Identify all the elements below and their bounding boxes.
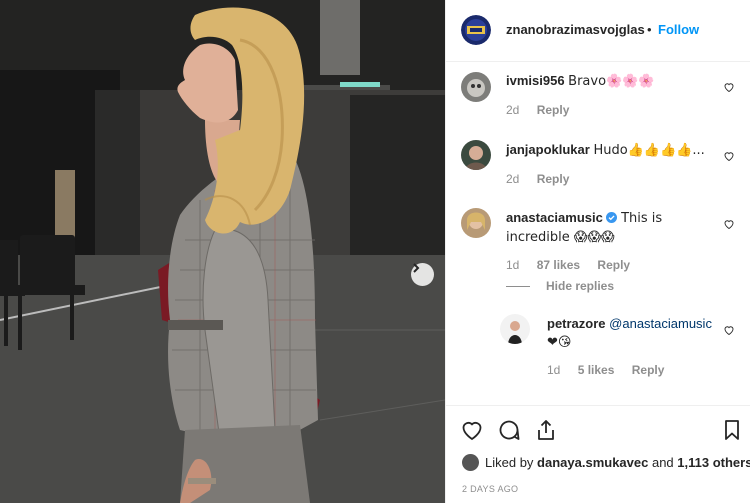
post-side-panel: znanobrazimasvojglas • Follow ivmisi956 … bbox=[445, 0, 750, 503]
comment-username[interactable]: janjapoklukar bbox=[506, 142, 590, 157]
comment-username[interactable]: anastaciamusic bbox=[506, 210, 603, 225]
chevron-right-icon bbox=[413, 263, 420, 273]
comment-age: 2d bbox=[506, 172, 520, 186]
post-header: znanobrazimasvojglas • Follow bbox=[446, 0, 750, 62]
comment-text: ❤😘 bbox=[547, 335, 572, 350]
comment-likes[interactable]: 87 likes bbox=[537, 258, 580, 272]
comment-text: Bravo🌸🌸🌸 bbox=[568, 74, 655, 89]
post-timestamp[interactable]: 2 DAYS AGO bbox=[462, 484, 518, 494]
liker-username[interactable]: danaya.smukavec bbox=[537, 455, 648, 470]
follow-button[interactable]: Follow bbox=[658, 22, 699, 37]
commenter-avatar[interactable] bbox=[500, 314, 530, 344]
next-photo-button[interactable] bbox=[411, 263, 434, 286]
post-photo[interactable] bbox=[0, 0, 445, 503]
like-heart-icon[interactable] bbox=[460, 418, 484, 442]
comment-likes[interactable]: 5 likes bbox=[578, 363, 615, 377]
hide-replies-button[interactable]: Hide replies bbox=[506, 279, 614, 293]
comment-icon[interactable] bbox=[497, 418, 521, 442]
author-avatar[interactable] bbox=[461, 15, 491, 45]
likes-connector: and bbox=[651, 455, 674, 470]
commenter-avatar[interactable] bbox=[461, 140, 491, 170]
hide-replies-line bbox=[506, 286, 530, 288]
reply-button[interactable]: Reply bbox=[632, 363, 665, 377]
comment-username[interactable]: petrazore bbox=[547, 316, 606, 331]
commenter-avatar[interactable] bbox=[461, 72, 491, 102]
commenter-avatar[interactable] bbox=[461, 208, 491, 238]
photo-image bbox=[0, 0, 445, 503]
comment-age: 1d bbox=[547, 363, 561, 377]
comment-username[interactable]: ivmisi956 bbox=[506, 73, 565, 88]
likes-prefix: Liked by bbox=[485, 455, 534, 470]
likes-summary: Liked by danaya.smukavec and 1,113 other… bbox=[462, 454, 750, 471]
reply-button[interactable]: Reply bbox=[537, 103, 570, 117]
verified-badge-icon bbox=[606, 212, 618, 223]
like-comment-heart-icon[interactable] bbox=[723, 324, 735, 336]
separator-dot: • bbox=[647, 22, 652, 37]
post-actions: Liked by danaya.smukavec and 1,113 other… bbox=[446, 405, 750, 503]
bookmark-icon[interactable] bbox=[720, 418, 744, 442]
comment-text: Hudo👍👍👍👍... bbox=[593, 143, 705, 158]
liker-avatar[interactable] bbox=[462, 454, 479, 471]
hide-replies-label: Hide replies bbox=[546, 279, 615, 293]
comment-age: 2d bbox=[506, 103, 520, 117]
like-comment-heart-icon[interactable] bbox=[723, 218, 735, 230]
comments-list[interactable]: ivmisi956 Bravo🌸🌸🌸 2d Reply janjapokluka… bbox=[446, 62, 750, 405]
like-comment-heart-icon[interactable] bbox=[723, 81, 735, 93]
reply-button[interactable]: Reply bbox=[597, 258, 630, 272]
share-icon[interactable] bbox=[534, 418, 558, 442]
reply-button[interactable]: Reply bbox=[537, 172, 570, 186]
author-username[interactable]: znanobrazimasvojglas bbox=[506, 22, 645, 37]
mention-link[interactable]: @anastaciamusic bbox=[609, 316, 712, 331]
like-comment-heart-icon[interactable] bbox=[723, 150, 735, 162]
likes-others-link[interactable]: 1,113 others bbox=[677, 455, 750, 470]
comment-age: 1d bbox=[506, 258, 520, 272]
